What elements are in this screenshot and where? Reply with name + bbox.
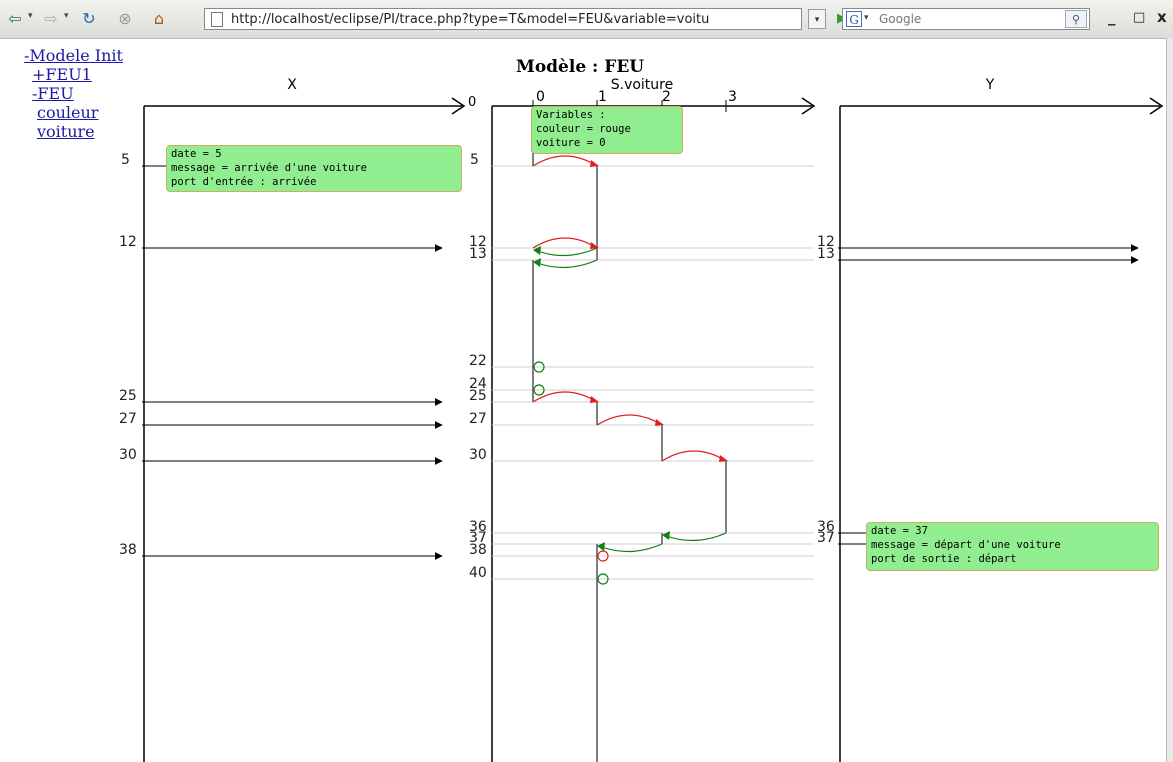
- x-lane-label: X: [287, 77, 297, 93]
- tooltip-line: date = 5: [171, 148, 222, 160]
- tooltip-line: message = départ d'une voiture: [871, 539, 1061, 551]
- tooltip-line: port d'entrée : arrivée: [171, 176, 317, 188]
- increment-arrowhead: [719, 455, 728, 462]
- x-lane-time-labels: 5 12 25 27 30 38: [119, 152, 137, 558]
- time-label: 30: [119, 447, 137, 463]
- variables-tooltip: Variables : couleur = rouge voiture = 0: [531, 106, 683, 154]
- value-tick-label: 0: [536, 89, 545, 105]
- time-label: 27: [469, 411, 487, 427]
- tooltip-line: port de sortie : départ: [871, 553, 1017, 565]
- decrement-arc: [598, 543, 663, 553]
- time-label: 38: [469, 542, 487, 558]
- x-lane-events: [142, 165, 443, 560]
- increment-arrowheads: [590, 160, 728, 462]
- decrement-arc: [663, 532, 727, 542]
- increment-arc: [661, 450, 727, 462]
- time-label: 27: [119, 411, 137, 427]
- decrement-arc: [534, 247, 598, 257]
- value-tick-label: 3: [728, 89, 737, 105]
- tooltip-line: date = 37: [871, 525, 928, 537]
- time-label: 22: [469, 353, 487, 369]
- decrement-arrowhead: [597, 542, 605, 551]
- y-lane-events: [838, 244, 1139, 545]
- time-label: 5: [470, 152, 479, 168]
- output-event-tooltip: date = 37 message = départ d'une voiture…: [866, 522, 1159, 571]
- value-trace: [532, 106, 727, 762]
- time-label: 13: [469, 246, 487, 262]
- input-event-tooltip: date = 5 message = arrivée d'une voiture…: [166, 145, 462, 192]
- time-label: 25: [119, 388, 137, 404]
- tooltip-line: message = arrivée d'une voiture: [171, 162, 367, 174]
- decrement-arrowhead: [533, 258, 541, 267]
- time-label: 38: [119, 542, 137, 558]
- tooltip-line: couleur = rouge: [536, 123, 631, 135]
- time-label: 25: [469, 388, 487, 404]
- y-lane-label: Y: [985, 77, 995, 93]
- time-guide-lines: [492, 165, 814, 580]
- increment-arrowhead: [655, 419, 664, 426]
- middle-origin-label: 0: [468, 95, 476, 110]
- decrement-arrowheads: [533, 246, 670, 551]
- increment-arc: [532, 155, 598, 167]
- increment-arrowhead: [590, 160, 599, 167]
- time-label: 40: [469, 565, 487, 581]
- time-label: 37: [817, 530, 835, 546]
- increment-arrowhead: [590, 396, 599, 403]
- time-label: 5: [121, 152, 130, 168]
- decrement-arc: [534, 259, 598, 269]
- increment-arc: [596, 414, 663, 426]
- time-label: 12: [119, 234, 137, 250]
- time-label: 30: [469, 447, 487, 463]
- tooltip-line: Variables :: [536, 109, 606, 121]
- increment-arc: [532, 237, 598, 249]
- decrement-arrowhead: [662, 531, 670, 540]
- decrement-arcs: [534, 247, 727, 553]
- vertical-scrollbar[interactable]: [1166, 38, 1173, 762]
- value-tick-label: 1: [598, 89, 607, 105]
- y-lane-time-labels: 12 13 36 37: [817, 234, 835, 546]
- time-label: 13: [817, 246, 835, 262]
- increment-arcs: [532, 155, 727, 462]
- middle-lane-time-labels: 5 12 13 22 24 25 27 30 36 37 38 40: [469, 152, 487, 581]
- tooltip-line: voiture = 0: [536, 137, 606, 149]
- value-tick-label: 2: [662, 89, 671, 105]
